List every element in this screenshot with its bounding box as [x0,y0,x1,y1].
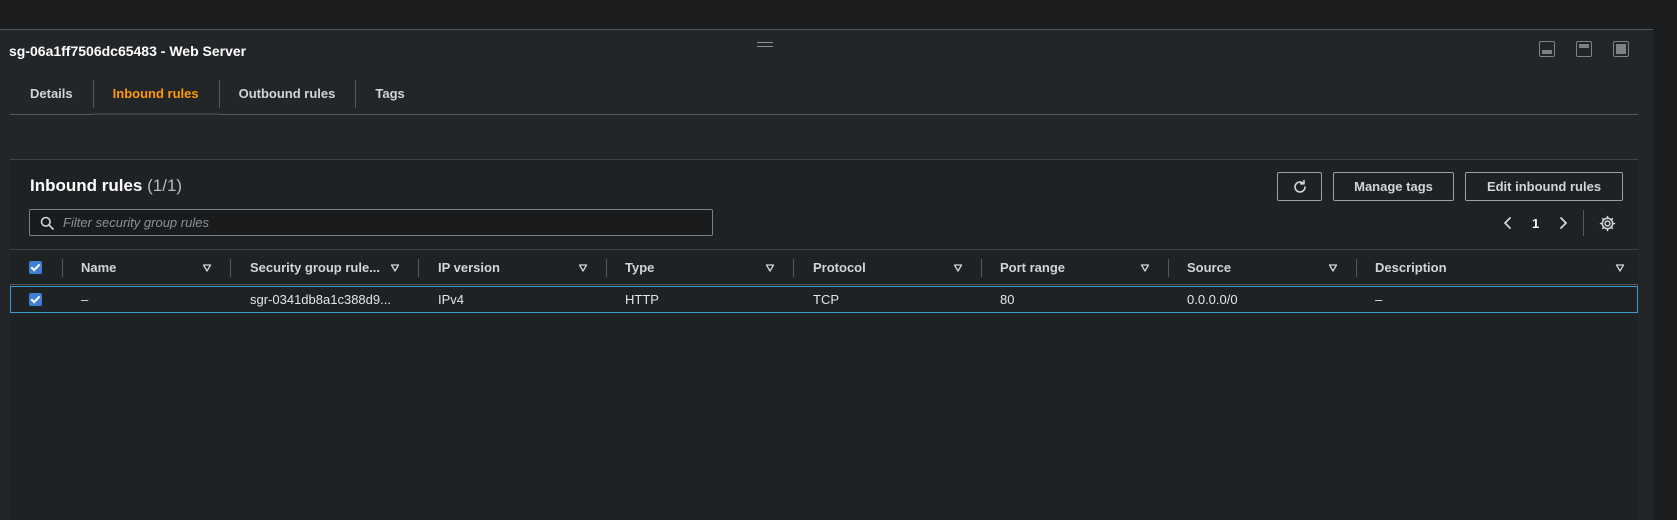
table-header: Name Security group rule... IP version T… [10,249,1638,285]
refresh-button[interactable] [1277,172,1322,201]
cell-description: – [1375,292,1383,307]
search-icon [40,216,54,230]
tab-details[interactable]: Details [10,72,93,114]
tab-inbound-rules[interactable]: Inbound rules [92,72,219,115]
sort-icon[interactable] [1615,263,1625,273]
panel-drag-handle[interactable] [757,42,773,47]
pager-divider [1583,210,1584,236]
top-bar [0,0,1653,30]
column-divider[interactable] [1356,259,1357,277]
column-divider[interactable] [230,259,231,277]
tab-tags[interactable]: Tags [355,72,424,114]
manage-tags-button[interactable]: Manage tags [1333,172,1454,201]
cell-protocol: TCP [813,292,839,307]
refresh-icon [1293,179,1306,193]
col-header-name[interactable]: Name [81,250,116,284]
sort-icon[interactable] [390,263,400,273]
gear-icon[interactable] [1599,215,1616,232]
security-group-title: sg-06a1ff7506dc65483 - Web Server [9,43,247,59]
col-header-protocol[interactable]: Protocol [813,250,866,284]
sort-icon[interactable] [202,263,212,273]
sort-icon[interactable] [1140,263,1150,273]
sort-icon[interactable] [765,263,775,273]
cell-source: 0.0.0.0/0 [1187,292,1238,307]
edit-inbound-rules-button[interactable]: Edit inbound rules [1465,172,1623,201]
filter-security-group-rules-input[interactable] [63,215,712,230]
right-gutter [1653,0,1677,520]
cell-name: – [81,292,89,307]
sort-icon[interactable] [1328,263,1338,273]
select-all-checkbox-cell [29,250,42,284]
panel-layout-controls [1539,41,1629,57]
column-divider[interactable] [606,259,607,277]
row-checkbox-cell [29,287,42,312]
select-all-checkbox[interactable] [29,260,42,274]
column-divider[interactable] [793,259,794,277]
pagination: 1 [1500,210,1571,236]
cell-port-range: 80 [1000,292,1015,307]
chevron-right-icon[interactable] [1555,215,1571,231]
panel-bottom-icon[interactable] [1539,41,1555,57]
col-header-description[interactable]: Description [1375,250,1447,284]
col-header-source[interactable]: Source [1187,250,1231,284]
filter-box [29,209,713,236]
inbound-rules-count: (1/1) [147,176,183,195]
inbound-rules-table: Name Security group rule... IP version T… [10,249,1638,313]
tab-outbound-rules[interactable]: Outbound rules [218,72,356,114]
cell-rule-id[interactable]: sgr-0341db8a1c388d9... [250,287,391,312]
col-header-ip-version[interactable]: IP version [438,250,500,284]
col-header-port-range[interactable]: Port range [1000,250,1065,284]
chevron-left-icon[interactable] [1500,215,1516,231]
panel-full-icon[interactable] [1613,41,1629,57]
cell-ip-version: IPv4 [438,292,465,307]
inbound-rules-heading: Inbound rules (1/1) [30,176,182,196]
panel-side-icon[interactable] [1576,41,1592,57]
inbound-rules-title: Inbound rules [30,176,143,195]
col-header-type[interactable]: Type [625,250,654,284]
column-divider [62,259,63,277]
col-header-rule-id[interactable]: Security group rule... [250,250,380,284]
sort-icon[interactable] [953,263,963,273]
sort-icon[interactable] [578,263,588,273]
table-row[interactable]: – sgr-0341db8a1c388d9... IPv4 HTTP TCP 8… [10,286,1638,313]
column-divider[interactable] [1168,259,1169,277]
tab-bar: Details Inbound rules Outbound rules Tag… [10,72,1638,115]
inbound-rules-container: Inbound rules (1/1) Manage tags Edit inb… [10,159,1638,520]
page-number[interactable]: 1 [1532,216,1539,231]
column-divider[interactable] [418,259,419,277]
cell-type: HTTP [625,292,659,307]
column-divider[interactable] [981,259,982,277]
row-select-checkbox[interactable] [29,293,42,306]
